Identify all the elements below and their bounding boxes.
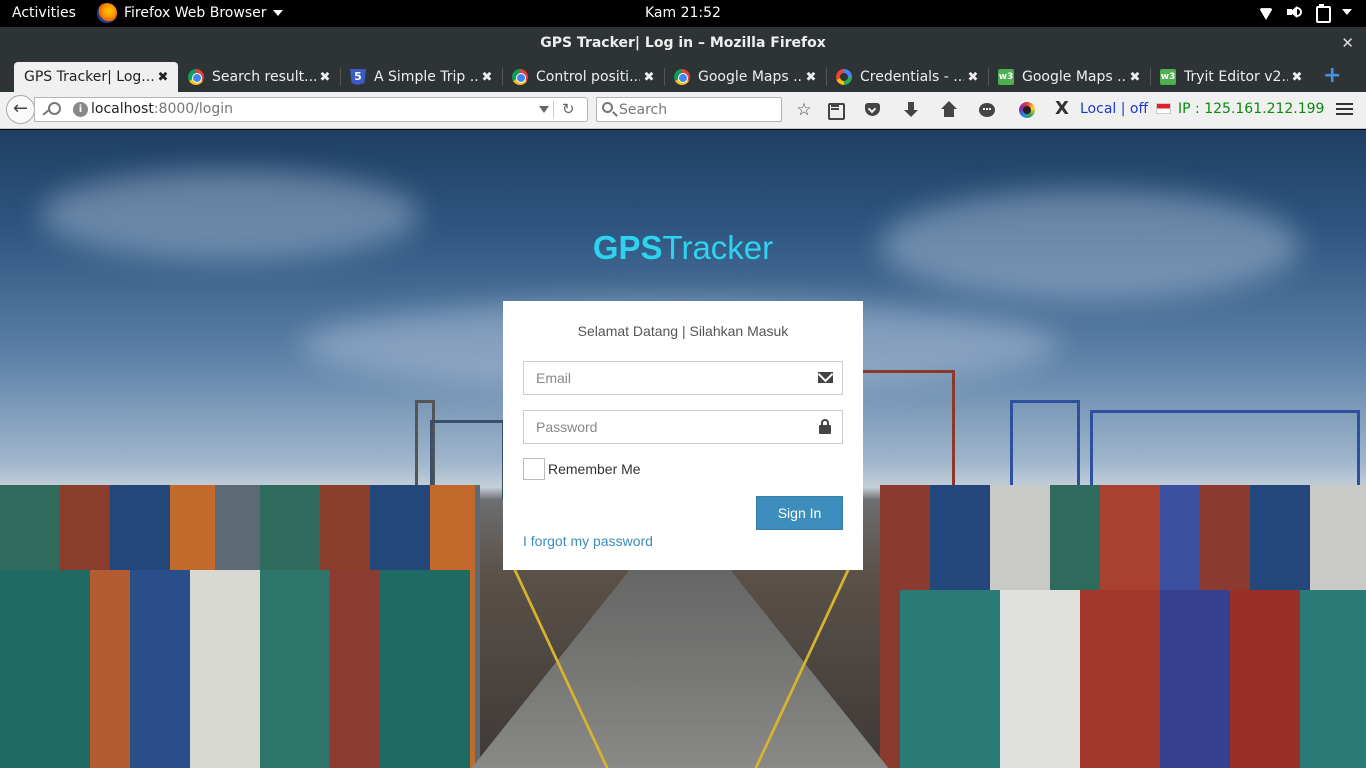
tab-close-button[interactable]: ✖ (316, 70, 334, 85)
extension-icon[interactable] (1017, 100, 1037, 120)
tab-search-results[interactable]: Search result... ✖ (178, 62, 341, 92)
tab-close-button[interactable]: ✖ (154, 70, 172, 85)
chrome-icon (188, 69, 204, 85)
tab-strip: GPS Tracker| Log... ✖ Search result... ✖… (0, 59, 1366, 92)
new-tab-button[interactable]: + (1323, 63, 1341, 88)
tab-title: A Simple Trip ... (374, 69, 478, 85)
background-crane (860, 370, 955, 490)
pocket-icon[interactable] (863, 100, 883, 120)
activities-button[interactable]: Activities (12, 5, 76, 21)
url-text[interactable]: localhost:8000/login (91, 101, 233, 117)
ip-indicator[interactable]: Local | off IP : 125.161.212.199 (1080, 101, 1324, 117)
window-title: GPS Tracker| Log in – Mozilla Firefox (540, 35, 826, 51)
clock[interactable]: Kam 21:52 (645, 5, 721, 21)
w3schools-icon: w3 (1160, 69, 1176, 85)
search-input[interactable] (619, 100, 774, 119)
tab-google-maps-1[interactable]: Google Maps ... ✖ (664, 62, 827, 92)
page-content: GPSTracker Selamat Datang | Silahkan Mas… (0, 130, 1366, 768)
window-close-button[interactable]: ✕ (1341, 27, 1354, 59)
app-menu-label: Firefox Web Browser (124, 5, 267, 21)
html5-icon: 5 (350, 69, 366, 85)
chevron-down-icon (272, 10, 283, 16)
app-menu[interactable]: Firefox Web Browser (97, 3, 283, 23)
sign-in-button[interactable]: Sign In (756, 496, 843, 530)
email-input[interactable] (524, 362, 842, 394)
flag-icon (1155, 103, 1171, 114)
brand-light: Tracker (662, 229, 774, 266)
tab-title: Tryit Editor v2... (1184, 69, 1288, 85)
brand-bold: GPS (592, 229, 663, 266)
search-bar[interactable] (596, 97, 782, 122)
volume-icon (1286, 4, 1302, 20)
tab-close-button[interactable]: ✖ (1288, 70, 1306, 85)
chrome-icon (512, 69, 528, 85)
tab-google-maps-2[interactable]: w3 Google Maps ... ✖ (988, 62, 1151, 92)
x-extension-icon[interactable]: X (1052, 99, 1072, 119)
tab-title: Search result... (212, 69, 316, 85)
tab-title: Control positi... (536, 69, 640, 85)
system-top-bar: Activities Firefox Web Browser Kam 21:52 (0, 0, 1366, 27)
password-input[interactable] (524, 411, 842, 443)
tab-close-button[interactable]: ✖ (640, 70, 658, 85)
reading-list-icon[interactable] (825, 100, 845, 120)
tab-title: Credentials - ... (860, 69, 964, 85)
brand-logo: GPSTracker (0, 229, 1366, 267)
system-tray[interactable] (1258, 4, 1352, 23)
password-field[interactable] (523, 410, 843, 444)
google-icon (836, 69, 852, 85)
url-divider (553, 101, 554, 118)
chevron-down-icon[interactable] (539, 106, 549, 113)
tab-close-button[interactable]: ✖ (802, 70, 820, 85)
bookmark-star-icon[interactable]: ☆ (794, 100, 814, 120)
wifi-icon (1258, 4, 1274, 20)
tab-title: GPS Tracker| Log... (24, 69, 154, 85)
download-icon[interactable] (901, 100, 921, 120)
back-button[interactable]: ← (6, 95, 35, 124)
home-icon[interactable] (939, 100, 959, 120)
url-host: localhost (91, 101, 154, 117)
tab-control-position[interactable]: Control positi... ✖ (502, 62, 665, 92)
tab-gps-tracker[interactable]: GPS Tracker| Log... ✖ (14, 62, 178, 92)
background-crane (1010, 400, 1080, 495)
container-stack-right-front (900, 590, 1366, 768)
remember-label: Remember Me (548, 461, 641, 477)
tab-close-button[interactable]: ✖ (1126, 70, 1144, 85)
ip-address: IP : 125.161.212.199 (1178, 101, 1325, 117)
search-icon (602, 102, 613, 113)
remember-me[interactable]: Remember Me (523, 458, 641, 480)
envelope-icon (818, 372, 833, 383)
background-road (470, 570, 890, 768)
tab-tryit-editor[interactable]: w3 Tryit Editor v2... ✖ (1150, 62, 1312, 92)
chrome-icon (674, 69, 690, 85)
clipboard-icon (1314, 4, 1331, 23)
tab-credentials[interactable]: Credentials - ... ✖ (826, 62, 989, 92)
tab-simple-trip[interactable]: 5 A Simple Trip ... ✖ (340, 62, 503, 92)
forgot-password-link[interactable]: I forgot my password (523, 533, 653, 549)
firefox-logo-icon (97, 3, 117, 23)
chevron-down-icon (1342, 9, 1352, 15)
login-message: Selamat Datang | Silahkan Masuk (577, 323, 789, 339)
tab-close-button[interactable]: ✖ (478, 70, 496, 85)
remember-checkbox[interactable] (523, 458, 545, 480)
tab-close-button[interactable]: ✖ (964, 70, 982, 85)
tab-title: Google Maps ... (1022, 69, 1126, 85)
ip-local-status: Local | off (1080, 101, 1149, 117)
menu-icon[interactable] (1336, 103, 1353, 117)
w3schools-icon: w3 (998, 69, 1014, 85)
window-titlebar: GPS Tracker| Log in – Mozilla Firefox ✕ (0, 27, 1366, 59)
info-icon[interactable]: i (73, 102, 88, 117)
chat-icon[interactable] (977, 100, 997, 120)
url-bar[interactable]: i localhost:8000/login ↻ (34, 97, 588, 122)
login-box: Selamat Datang | Silahkan Masuk Remember… (503, 301, 863, 570)
navigation-toolbar: ← i localhost:8000/login ↻ ☆ X Local | o… (0, 92, 1366, 129)
lock-icon (819, 419, 831, 434)
tab-title: Google Maps ... (698, 69, 802, 85)
reload-button[interactable]: ↻ (562, 100, 575, 118)
url-path: :8000/login (153, 101, 234, 117)
key-icon[interactable] (40, 101, 61, 117)
container-stack-left-front (0, 570, 470, 768)
email-field[interactable] (523, 361, 843, 395)
